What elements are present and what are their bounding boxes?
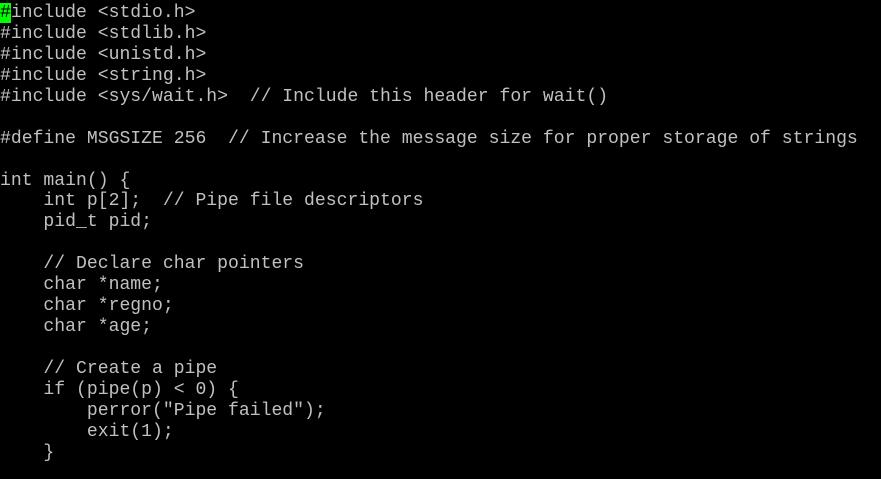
code-line-text: include <stdio.h> <box>10 3 196 23</box>
code-line-9: int main() { <box>0 170 131 191</box>
code-line-19: if (pipe(p) < 0) { <box>0 379 239 400</box>
code-line-22: } <box>0 442 55 463</box>
code-line-21: exit(1); <box>0 421 174 442</box>
code-line-10: int p[2]; // Pipe file descriptors <box>0 191 424 212</box>
code-line-5: #include <sys/wait.h> // Include this he… <box>0 86 609 107</box>
code-line-11: pid_t pid; <box>0 212 153 233</box>
code-line-16: char *age; <box>0 317 153 338</box>
code-line-1: #include <stdio.h> <box>0 3 881 24</box>
code-line-20: perror("Pipe failed"); <box>0 400 326 421</box>
code-line-4: #include <string.h> <box>0 65 207 86</box>
code-line-14: char *name; <box>0 275 163 296</box>
text-cursor: # <box>0 3 11 23</box>
code-line-7: #define MSGSIZE 256 // Increase the mess… <box>0 128 858 149</box>
terminal-editor[interactable]: #include <stdio.h> #include <stdlib.h> #… <box>0 0 881 479</box>
code-line-2: #include <stdlib.h> <box>0 23 207 44</box>
code-line-15: char *regno; <box>0 296 174 317</box>
code-line-18: // Create a pipe <box>0 358 218 379</box>
code-line-13: // Declare char pointers <box>0 254 305 275</box>
code-line-3: #include <unistd.h> <box>0 44 207 65</box>
